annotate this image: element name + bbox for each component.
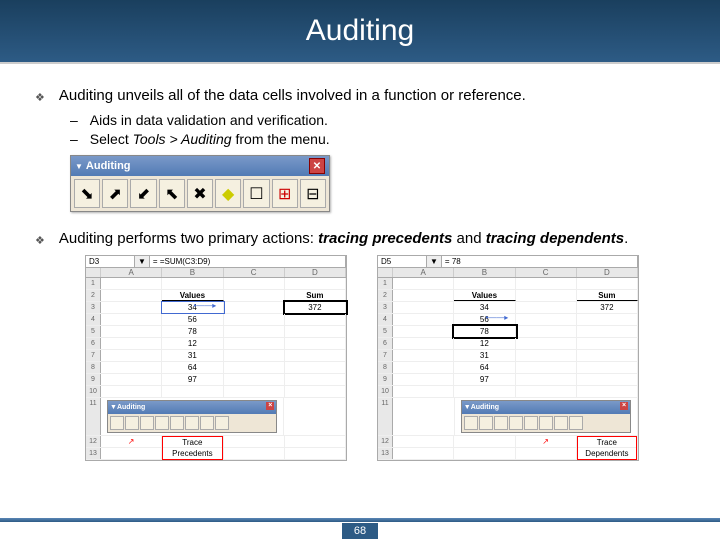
- toolbar-buttons: ⬊ ⬈ ⬋ ⬉ ✖ ◆ ☐ ⊞ ⊟: [71, 176, 329, 211]
- formula-bar[interactable]: = =SUM(C3:D9): [150, 256, 346, 267]
- slide-footer: 68: [0, 518, 720, 540]
- sub-2-text: Select Tools > Auditing from the menu.: [90, 131, 330, 147]
- auditing-toolbar: ▼ Auditing ✕ ⬊ ⬈ ⬋ ⬉ ✖ ◆ ☐ ⊞ ⊟: [70, 155, 330, 212]
- comment-icon[interactable]: ☐: [243, 179, 269, 208]
- mini-toolbar: ▼Auditing×: [107, 400, 277, 433]
- remove-dependents-icon[interactable]: ⬉: [159, 179, 185, 208]
- sub-1: – Aids in data validation and verificati…: [70, 112, 685, 128]
- slide-header: Auditing: [0, 0, 720, 64]
- close-icon[interactable]: ×: [620, 402, 628, 410]
- page-number: 68: [342, 523, 378, 539]
- bullet-1-text: Auditing unveils all of the data cells i…: [59, 87, 526, 104]
- remove-precedents-icon[interactable]: ⬈: [102, 179, 128, 208]
- formula-bar[interactable]: = 78: [442, 256, 638, 267]
- trace-dependents-icon[interactable]: ⬋: [130, 179, 156, 208]
- bullet-2-text: Auditing performs two primary actions: t…: [59, 230, 628, 247]
- dash-icon: –: [70, 131, 78, 147]
- col-sum-header: Sum: [577, 290, 638, 301]
- selected-cell[interactable]: 78: [454, 326, 515, 337]
- sum-cell: 372: [577, 302, 638, 313]
- dash-icon: –: [70, 112, 78, 128]
- toolbar-titlebar[interactable]: ▼ Auditing ✕: [71, 156, 329, 176]
- sub-2: – Select Tools > Auditing from the menu.: [70, 131, 685, 147]
- sub-1-text: Aids in data validation and verification…: [90, 112, 328, 128]
- slide-title: Auditing: [306, 14, 414, 48]
- bullet-diamond-icon: ❖: [35, 91, 45, 104]
- trace-precedents-icon[interactable]: ⬊: [74, 179, 100, 208]
- col-values-header: Values: [454, 290, 515, 301]
- sheet-precedents: D3 ▼ = =SUM(C3:D9) ABCD 1 2ValuesSum 334…: [85, 255, 347, 461]
- sum-cell[interactable]: 372: [285, 302, 346, 313]
- remove-all-arrows-icon[interactable]: ✖: [187, 179, 213, 208]
- example-sheets: D3 ▼ = =SUM(C3:D9) ABCD 1 2ValuesSum 334…: [85, 255, 685, 461]
- dropdown-icon[interactable]: ▼: [75, 162, 83, 171]
- bullet-1: ❖ Auditing unveils all of the data cells…: [35, 87, 685, 104]
- trace-error-icon[interactable]: ◆: [215, 179, 241, 208]
- toolbar-title-text: Auditing: [86, 160, 131, 172]
- slide-body: ❖ Auditing unveils all of the data cells…: [0, 64, 720, 476]
- close-icon[interactable]: ×: [266, 402, 274, 410]
- circle-invalid-icon[interactable]: ⊞: [272, 179, 298, 208]
- close-icon[interactable]: ✕: [309, 158, 325, 174]
- clear-circles-icon[interactable]: ⊟: [300, 179, 326, 208]
- bullet-2: ❖ Auditing performs two primary actions:…: [35, 230, 685, 247]
- col-sum-header: Sum: [285, 290, 346, 301]
- bullet-diamond-icon: ❖: [35, 234, 45, 247]
- sheet-dependents: D5 ▼ = 78 ABCD 1 2ValuesSum 334372 456•—…: [377, 255, 639, 461]
- mini-toolbar: ▼Auditing×: [461, 400, 631, 433]
- cell-ref[interactable]: D3: [86, 256, 135, 267]
- cell-ref[interactable]: D5: [378, 256, 427, 267]
